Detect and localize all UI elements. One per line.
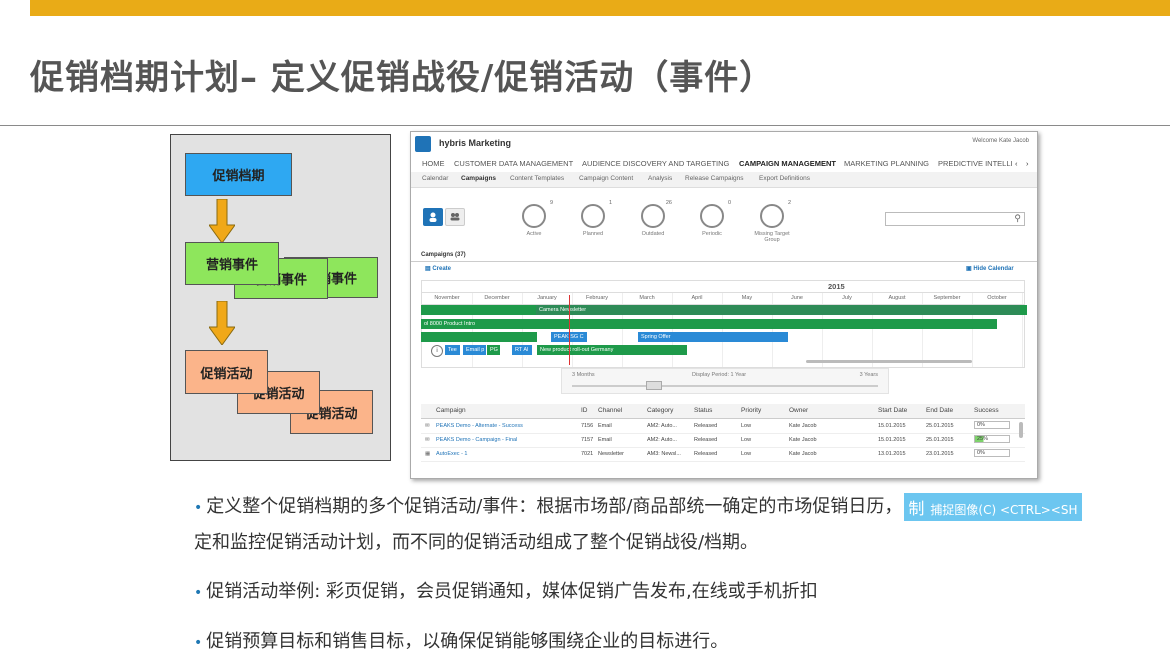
display-period-slider[interactable]: 3 Months Display Period: 1 Year 3 Years	[561, 368, 889, 394]
promotion-period-box: 促销档期	[185, 153, 292, 196]
hide-calendar-button[interactable]: ▣ Hide Calendar	[966, 265, 1014, 272]
down-arrow-icon	[209, 199, 235, 243]
outdated-clock-icon: 26	[641, 200, 672, 228]
diamond-logo-icon	[415, 136, 431, 152]
info-icon[interactable]: i	[431, 345, 443, 357]
active-clock-icon: 9	[522, 200, 553, 228]
success-bar: 25%	[974, 435, 1010, 443]
kpi-active[interactable]: 9 Active	[509, 200, 559, 237]
campaign-table-header: Campaign ID Channel Category Status Prio…	[421, 404, 1025, 419]
bar-product-intro[interactable]: ol 8000 Product Intro	[421, 319, 997, 329]
app-header: hybris Marketing Welcome Kate Jacob	[411, 132, 1037, 154]
success-bar: 0%	[974, 421, 1010, 429]
bullet-2: • 促销活动举例: 彩页促销，会员促销通知，媒体促销广告发布,在线或手机折扣	[194, 581, 818, 602]
bar-green-segment[interactable]	[421, 332, 537, 342]
nav-campaign-management[interactable]: CAMPAIGN MANAGEMENT	[739, 159, 836, 168]
bar-pg[interactable]: PG	[487, 345, 500, 355]
main-nav: HOME CUSTOMER DATA MANAGEMENT AUDIENCE D…	[411, 154, 1037, 173]
group-view-toggle[interactable]	[445, 208, 465, 226]
timeline-scrollbar[interactable]	[806, 360, 972, 363]
tab-export-definitions[interactable]: Export Definitions	[759, 175, 810, 182]
bar-rt-al[interactable]: RT Al	[512, 345, 532, 355]
bar-spring-offer[interactable]: Spring Offer	[638, 332, 788, 342]
timeline-month: October	[987, 295, 1007, 301]
group-icon	[450, 213, 460, 221]
sub-nav: Calendar Campaigns Content Templates Cam…	[411, 172, 1037, 188]
kpi-periodic[interactable]: 0 Periodic	[687, 200, 737, 237]
tab-campaign-content[interactable]: Campaign Content	[579, 175, 633, 182]
down-arrow-icon	[209, 301, 235, 345]
bar-email-p[interactable]: Email p	[463, 345, 486, 355]
nav-next-icon[interactable]: ›	[1026, 159, 1029, 168]
capture-image-tooltip[interactable]: 制捕捉图像(C) <CTRL><SH	[904, 493, 1082, 521]
top-accent-bar	[30, 0, 1170, 16]
slider-handle[interactable]	[646, 381, 662, 390]
tab-release-campaigns[interactable]: Release Campaigns	[685, 175, 744, 182]
tab-analysis[interactable]: Analysis	[648, 175, 672, 182]
timeline-month: March	[639, 295, 655, 301]
calendar-icon: 0	[700, 200, 731, 228]
title-divider	[0, 125, 1170, 126]
table-row[interactable]: ▦ AutoExec - 1 7021 Newsletter AM3: News…	[421, 447, 1025, 462]
timeline-year: 2015	[828, 282, 845, 291]
hybris-marketing-screenshot: hybris Marketing Welcome Kate Jacob HOME…	[410, 131, 1038, 479]
nav-home[interactable]: HOME	[422, 159, 445, 168]
email-icon: ✉	[425, 437, 430, 443]
event-box-1: 营销事件	[185, 242, 279, 285]
table-row[interactable]: ✉ PEAKS Demo - Campaign - Final 7157 Ema…	[421, 433, 1025, 448]
page-title: 促销档期计划– 定义促销战役/促销活动（事件）	[30, 58, 775, 98]
nav-audience[interactable]: AUDIENCE DISCOVERY AND TARGETING	[582, 159, 729, 168]
tab-content-templates[interactable]: Content Templates	[510, 175, 564, 182]
bullet-3: • 促销预算目标和销售目标，以确保促销能够围绕企业的目标进行。	[194, 631, 729, 652]
warning-icon: 2	[760, 200, 791, 228]
app-name: hybris Marketing	[439, 138, 512, 148]
bullet-1: • 定义整个促销档期的多个促销活动/事件：根据市场部/商品部统一确定的市场促销日历…	[194, 492, 1082, 521]
create-button[interactable]: ▤ Create	[425, 265, 451, 272]
welcome-text: Welcome Kate Jacob	[972, 138, 1029, 144]
promotion-diagram: 促销档期 营销事件 营销事件 营销事件 促销活动 促销活动 促销活动	[170, 134, 391, 461]
timeline-month: February	[585, 295, 608, 301]
timeline-month: November	[434, 295, 460, 301]
search-icon: ⚲	[1014, 213, 1021, 223]
bar-new-product-germany[interactable]: New product roll-out Germany	[537, 345, 687, 355]
timeline-month: December	[484, 295, 510, 301]
tab-campaigns[interactable]: Campaigns	[461, 175, 496, 182]
bullet-dot: •	[194, 635, 203, 651]
bar-camera-newsletter[interactable]: Camera Newsletter	[536, 305, 1020, 315]
timeline-month: May	[741, 295, 753, 301]
timeline-month: June	[791, 295, 803, 301]
kpi-planned[interactable]: 1 Planned	[568, 200, 618, 237]
today-marker	[569, 295, 570, 365]
success-bar: 0%	[974, 449, 1010, 457]
newsletter-icon: ▦	[425, 451, 431, 457]
nav-customer-data[interactable]: CUSTOMER DATA MANAGEMENT	[454, 159, 573, 168]
kpi-missing-target-group[interactable]: 2 Missing Target Group	[747, 200, 797, 243]
kpi-outdated[interactable]: 26 Outdated	[628, 200, 678, 237]
person-view-toggle[interactable]	[423, 208, 443, 226]
email-icon: ✉	[425, 423, 430, 429]
timeline-month: August	[888, 295, 906, 301]
search-input[interactable]: ⚲	[885, 212, 1025, 226]
bar-tee[interactable]: Tee	[445, 345, 460, 355]
nav-marketing-planning[interactable]: MARKETING PLANNING	[844, 159, 929, 168]
timeline-month: April	[691, 295, 703, 301]
bullet-dot: •	[194, 500, 203, 516]
campaigns-count: Campaigns (37)	[421, 252, 466, 258]
timeline-month: January	[537, 295, 557, 301]
bullet-dot: •	[194, 585, 203, 601]
table-row[interactable]: ✉ PEAKS Demo - Alternate - Success 7156 …	[421, 419, 1025, 434]
table-scrollbar[interactable]	[1019, 422, 1023, 438]
nav-predictive[interactable]: PREDICTIVE INTELLI	[938, 159, 1013, 168]
timeline-month: July	[842, 295, 852, 301]
activity-box-1: 促销活动	[185, 350, 268, 394]
person-icon	[429, 212, 437, 222]
bullet-1-continued: 定和监控促销活动计划，而不同的促销活动组成了整个促销战役/档期。	[194, 532, 759, 553]
tab-calendar[interactable]: Calendar	[422, 175, 448, 182]
section-divider	[411, 261, 1037, 262]
timeline-month: September	[933, 295, 961, 301]
planned-clock-icon: 1	[581, 200, 612, 228]
nav-prev-icon[interactable]: ‹	[1015, 159, 1018, 168]
